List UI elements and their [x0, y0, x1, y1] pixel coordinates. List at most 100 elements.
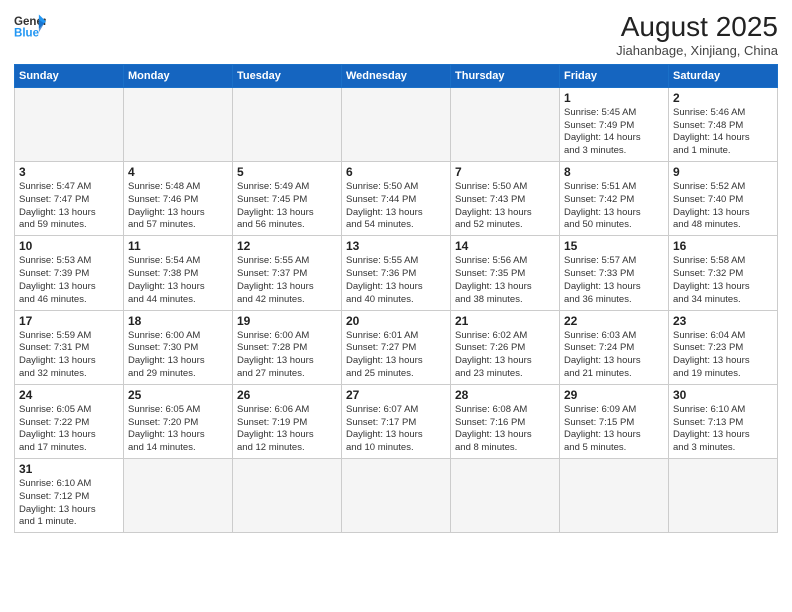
- calendar-cell: 13 Sunrise: 5:55 AM Sunset: 7:36 PM Dayli…: [342, 236, 451, 310]
- calendar-cell: 8 Sunrise: 5:51 AM Sunset: 7:42 PM Daylig…: [560, 162, 669, 236]
- calendar-cell: 31Sunrise: 6:10 AM Sunset: 7:12 PM Dayli…: [15, 459, 124, 533]
- day-info: Sunrise: 6:05 AM Sunset: 7:20 PM Dayligh…: [128, 404, 228, 455]
- day-number: 12: [237, 239, 337, 253]
- day-info: Sunrise: 5:55 AM Sunset: 7:37 PM Dayligh…: [237, 255, 337, 306]
- day-number: 22: [564, 314, 664, 328]
- day-info: Sunrise: 6:10 AM Sunset: 7:13 PM Dayligh…: [673, 404, 773, 455]
- day-number: 9: [673, 165, 773, 179]
- day-number: 2: [673, 91, 773, 105]
- day-info: Sunrise: 5:58 AM Sunset: 7:32 PM Dayligh…: [673, 255, 773, 306]
- day-number: 14: [455, 239, 555, 253]
- calendar-cell: 20 Sunrise: 6:01 AM Sunset: 7:27 PM Dayli…: [342, 310, 451, 384]
- calendar-cell: 6 Sunrise: 5:50 AM Sunset: 7:44 PM Daylig…: [342, 162, 451, 236]
- day-info: Sunrise: 5:53 AM Sunset: 7:39 PM Dayligh…: [19, 255, 119, 306]
- calendar-cell: 7Sunrise: 5:50 AM Sunset: 7:43 PM Daylig…: [451, 162, 560, 236]
- weekday-header-sunday: Sunday: [15, 64, 124, 87]
- calendar-row-1: 3 Sunrise: 5:47 AM Sunset: 7:47 PM Daylig…: [15, 162, 778, 236]
- day-number: 15: [564, 239, 664, 253]
- day-number: 30: [673, 388, 773, 402]
- day-info: Sunrise: 5:50 AM Sunset: 7:44 PM Dayligh…: [346, 181, 446, 232]
- day-number: 10: [19, 239, 119, 253]
- calendar-cell: [451, 87, 560, 161]
- header: General Blue August 2025 Jiahanbage, Xin…: [14, 12, 778, 58]
- calendar-cell: 1 Sunrise: 5:45 AM Sunset: 7:49 PM Daylig…: [560, 87, 669, 161]
- calendar-cell: 15 Sunrise: 5:57 AM Sunset: 7:33 PM Dayli…: [560, 236, 669, 310]
- day-info: Sunrise: 6:00 AM Sunset: 7:30 PM Dayligh…: [128, 330, 228, 381]
- weekday-header-thursday: Thursday: [451, 64, 560, 87]
- day-info: Sunrise: 6:00 AM Sunset: 7:28 PM Dayligh…: [237, 330, 337, 381]
- calendar-cell: 11Sunrise: 5:54 AM Sunset: 7:38 PM Dayli…: [124, 236, 233, 310]
- calendar-row-4: 24Sunrise: 6:05 AM Sunset: 7:22 PM Dayli…: [15, 384, 778, 458]
- calendar-cell: 26Sunrise: 6:06 AM Sunset: 7:19 PM Dayli…: [233, 384, 342, 458]
- day-number: 18: [128, 314, 228, 328]
- day-info: Sunrise: 6:08 AM Sunset: 7:16 PM Dayligh…: [455, 404, 555, 455]
- calendar-row-2: 10 Sunrise: 5:53 AM Sunset: 7:39 PM Dayli…: [15, 236, 778, 310]
- day-info: Sunrise: 5:47 AM Sunset: 7:47 PM Dayligh…: [19, 181, 119, 232]
- title-block: August 2025 Jiahanbage, Xinjiang, China: [616, 12, 778, 58]
- day-info: Sunrise: 5:59 AM Sunset: 7:31 PM Dayligh…: [19, 330, 119, 381]
- calendar-cell: 19Sunrise: 6:00 AM Sunset: 7:28 PM Dayli…: [233, 310, 342, 384]
- calendar-cell: 10 Sunrise: 5:53 AM Sunset: 7:39 PM Dayli…: [15, 236, 124, 310]
- calendar-cell: [15, 87, 124, 161]
- day-info: Sunrise: 6:03 AM Sunset: 7:24 PM Dayligh…: [564, 330, 664, 381]
- calendar-cell: [451, 459, 560, 533]
- day-number: 4: [128, 165, 228, 179]
- day-info: Sunrise: 6:05 AM Sunset: 7:22 PM Dayligh…: [19, 404, 119, 455]
- calendar-cell: [124, 459, 233, 533]
- day-number: 6: [346, 165, 446, 179]
- calendar-cell: 2 Sunrise: 5:46 AM Sunset: 7:48 PM Daylig…: [669, 87, 778, 161]
- day-number: 5: [237, 165, 337, 179]
- day-info: Sunrise: 6:07 AM Sunset: 7:17 PM Dayligh…: [346, 404, 446, 455]
- weekday-header-tuesday: Tuesday: [233, 64, 342, 87]
- day-number: 16: [673, 239, 773, 253]
- day-number: 29: [564, 388, 664, 402]
- day-info: Sunrise: 5:52 AM Sunset: 7:40 PM Dayligh…: [673, 181, 773, 232]
- day-number: 25: [128, 388, 228, 402]
- day-info: Sunrise: 5:55 AM Sunset: 7:36 PM Dayligh…: [346, 255, 446, 306]
- calendar-cell: [342, 459, 451, 533]
- calendar-cell: 30 Sunrise: 6:10 AM Sunset: 7:13 PM Dayli…: [669, 384, 778, 458]
- day-number: 3: [19, 165, 119, 179]
- month-title: August 2025: [616, 12, 778, 43]
- day-number: 13: [346, 239, 446, 253]
- logo: General Blue: [14, 12, 46, 40]
- day-number: 28: [455, 388, 555, 402]
- calendar-cell: [233, 87, 342, 161]
- day-number: 8: [564, 165, 664, 179]
- day-info: Sunrise: 5:57 AM Sunset: 7:33 PM Dayligh…: [564, 255, 664, 306]
- calendar-cell: [560, 459, 669, 533]
- calendar-cell: [124, 87, 233, 161]
- day-number: 21: [455, 314, 555, 328]
- day-number: 27: [346, 388, 446, 402]
- day-info: Sunrise: 5:51 AM Sunset: 7:42 PM Dayligh…: [564, 181, 664, 232]
- calendar-cell: 23Sunrise: 6:04 AM Sunset: 7:23 PM Dayli…: [669, 310, 778, 384]
- location: Jiahanbage, Xinjiang, China: [616, 43, 778, 58]
- day-info: Sunrise: 5:45 AM Sunset: 7:49 PM Dayligh…: [564, 107, 664, 158]
- day-number: 26: [237, 388, 337, 402]
- day-number: 11: [128, 239, 228, 253]
- calendar-cell: 28 Sunrise: 6:08 AM Sunset: 7:16 PM Dayli…: [451, 384, 560, 458]
- calendar-cell: 5Sunrise: 5:49 AM Sunset: 7:45 PM Daylig…: [233, 162, 342, 236]
- weekday-header-wednesday: Wednesday: [342, 64, 451, 87]
- day-info: Sunrise: 6:01 AM Sunset: 7:27 PM Dayligh…: [346, 330, 446, 381]
- calendar-row-0: 1 Sunrise: 5:45 AM Sunset: 7:49 PM Daylig…: [15, 87, 778, 161]
- calendar-cell: 9 Sunrise: 5:52 AM Sunset: 7:40 PM Daylig…: [669, 162, 778, 236]
- calendar-cell: 16 Sunrise: 5:58 AM Sunset: 7:32 PM Dayli…: [669, 236, 778, 310]
- day-number: 1: [564, 91, 664, 105]
- calendar-cell: 21Sunrise: 6:02 AM Sunset: 7:26 PM Dayli…: [451, 310, 560, 384]
- calendar-cell: 27 Sunrise: 6:07 AM Sunset: 7:17 PM Dayli…: [342, 384, 451, 458]
- calendar-cell: 22 Sunrise: 6:03 AM Sunset: 7:24 PM Dayli…: [560, 310, 669, 384]
- day-number: 17: [19, 314, 119, 328]
- weekday-header-saturday: Saturday: [669, 64, 778, 87]
- weekday-header-row: SundayMondayTuesdayWednesdayThursdayFrid…: [15, 64, 778, 87]
- calendar-cell: [233, 459, 342, 533]
- day-number: 20: [346, 314, 446, 328]
- calendar-page: General Blue August 2025 Jiahanbage, Xin…: [0, 0, 792, 612]
- day-info: Sunrise: 5:48 AM Sunset: 7:46 PM Dayligh…: [128, 181, 228, 232]
- svg-text:Blue: Blue: [14, 28, 40, 40]
- calendar-cell: 29Sunrise: 6:09 AM Sunset: 7:15 PM Dayli…: [560, 384, 669, 458]
- day-info: Sunrise: 5:46 AM Sunset: 7:48 PM Dayligh…: [673, 107, 773, 158]
- calendar-cell: 17 Sunrise: 5:59 AM Sunset: 7:31 PM Dayli…: [15, 310, 124, 384]
- day-info: Sunrise: 6:10 AM Sunset: 7:12 PM Dayligh…: [19, 478, 119, 529]
- logo-icon: General Blue: [14, 12, 46, 40]
